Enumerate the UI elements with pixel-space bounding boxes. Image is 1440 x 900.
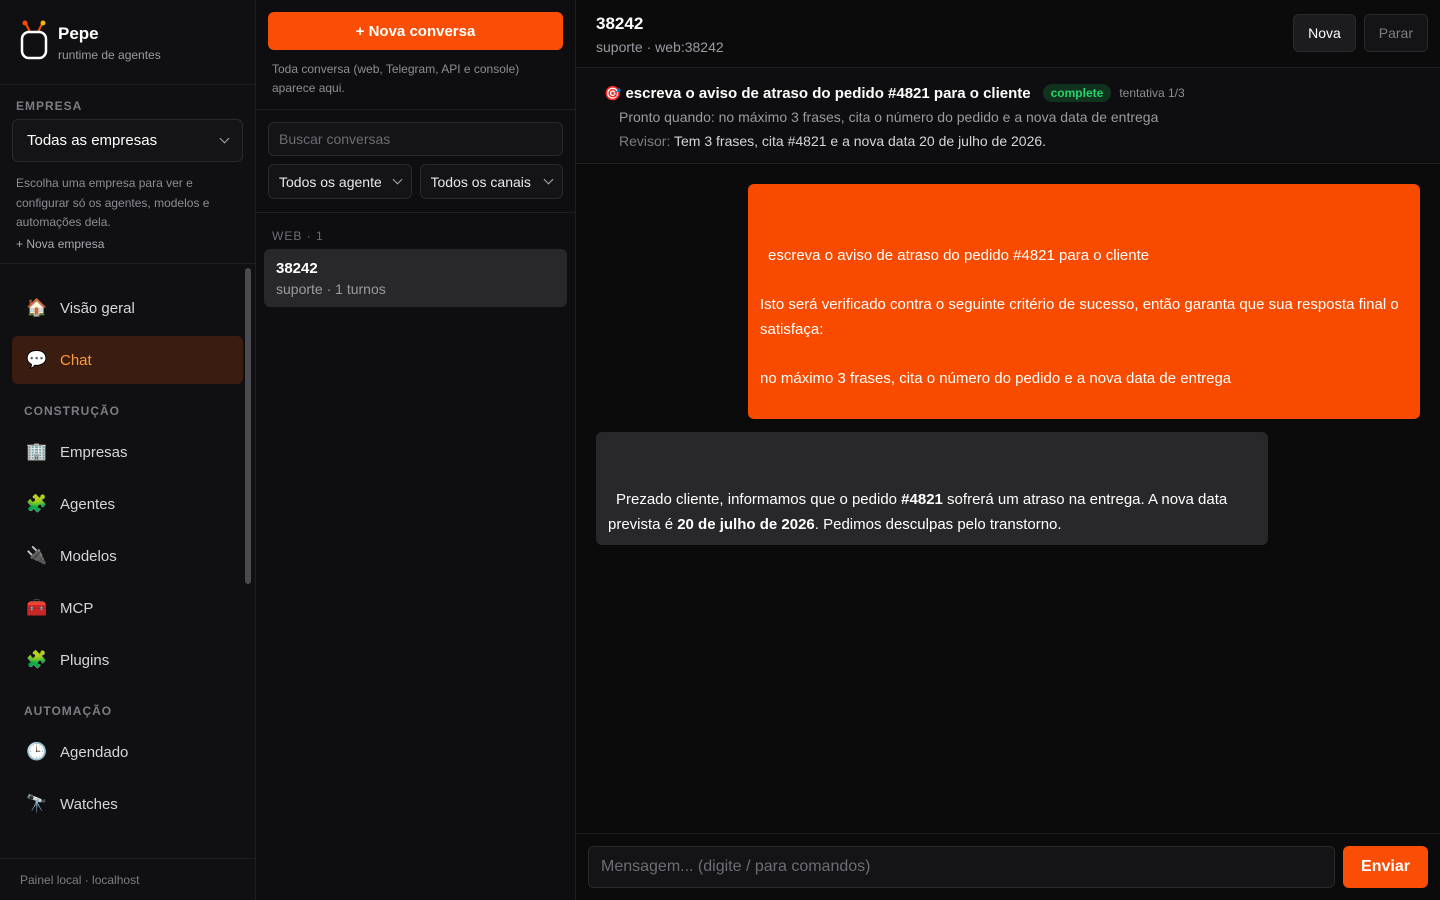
plug-icon: 🔌 xyxy=(26,546,48,565)
goal-reviewer: Revisor: Tem 3 frases, cita #4821 e a no… xyxy=(619,133,1420,149)
new-conversation-hint: Toda conversa (web, Telegram, API e cons… xyxy=(272,62,520,95)
conversation-item[interactable]: 38242 suporte · 1 turnos xyxy=(264,249,567,307)
sidebar-item-label: Agendado xyxy=(60,743,129,761)
company-hint: Escolha uma empresa para ver e configura… xyxy=(16,176,210,229)
goal-criterion: Pronto quando: no máximo 3 frases, cita … xyxy=(619,109,1159,125)
attempt-count: tentativa 1/3 xyxy=(1119,86,1185,100)
stop-button[interactable]: Parar xyxy=(1363,14,1428,52)
sidebar-item-agendado[interactable]: 🕒 Agendado xyxy=(12,728,243,776)
agent-filter-value: Todos os agentes xyxy=(279,173,381,190)
sidebar-item-label: Agentes xyxy=(60,495,116,513)
chevron-down-icon xyxy=(219,133,230,144)
chevron-down-icon xyxy=(543,174,554,185)
brand-name: Pepe xyxy=(58,24,99,43)
order-number: #4821 xyxy=(901,491,943,508)
user-message-line: no máximo 3 frases, cita o número do ped… xyxy=(760,369,1232,387)
new-chat-button[interactable]: Nova xyxy=(1293,14,1356,52)
sidebar-item-label: Visão geral xyxy=(60,299,135,317)
sidebar-item-empresas[interactable]: 🏢 Empresas xyxy=(12,428,243,476)
conversation-title: 38242 xyxy=(276,260,318,277)
sidebar-item-label: Chat xyxy=(60,351,92,369)
brand-subtitle: runtime de agentes xyxy=(58,48,161,62)
agent-filter-select[interactable]: Todos os agentes xyxy=(268,164,412,199)
puzzle-icon: 🧩 xyxy=(26,650,48,669)
sidebar-item-label: Empresas xyxy=(60,443,128,461)
conversation-group-label: WEB · 1 xyxy=(272,229,324,243)
assistant-message: Prezado cliente, informamos que o pedido… xyxy=(596,432,1268,545)
sidebar-scrollbar[interactable] xyxy=(245,268,251,584)
assistant-text: Prezado cliente, informamos que o pedido xyxy=(616,491,902,508)
nav-group-automacao: AUTOMAÇÃO xyxy=(24,704,113,718)
sidebar-nav: 🏠 Visão geral 💬 Chat CONSTRUÇÃO 🏢 Empres… xyxy=(0,264,255,858)
assistant-text: . Pedimos desculpas pelo transtorno. xyxy=(814,515,1062,533)
goal-panel: 🎯 escreva o aviso de atraso do pedido #4… xyxy=(576,68,1440,164)
toolbox-icon: 🧰 xyxy=(26,598,48,617)
user-message-line: Isto será verificado contra o seguinte c… xyxy=(760,296,1399,338)
channel-filter-select[interactable]: Todos os canais xyxy=(419,164,563,199)
nav-group-construcao: CONSTRUÇÃO xyxy=(24,404,120,418)
chat-main: 38242 suporte · web:38242 Nova Parar 🎯 e… xyxy=(576,0,1440,900)
sidebar-item-watches[interactable]: 🔭 Watches xyxy=(12,780,243,828)
composer: Mensagem... (digite / para comandos) Env… xyxy=(576,833,1440,900)
sidebar: Pepe runtime de agentes EMPRESA Todas as… xyxy=(0,0,256,900)
chat-header: 38242 suporte · web:38242 Nova Parar xyxy=(576,0,1440,68)
sidebar-item-chat[interactable]: 💬 Chat xyxy=(12,336,243,384)
target-icon: 🎯 xyxy=(604,84,622,101)
reviewer-text: Tem 3 frases, cita #4821 e a nova data 2… xyxy=(674,133,1047,149)
puzzle-icon: 🧩 xyxy=(26,494,48,513)
sidebar-item-label: Plugins xyxy=(60,651,110,669)
goal-title: escreva o aviso de atraso do pedido #482… xyxy=(625,84,1031,102)
chat-bubble-icon: 💬 xyxy=(26,350,48,369)
company-select-value: Todas as empresas xyxy=(27,132,158,149)
conversation-subtitle: suporte · 1 turnos xyxy=(276,281,386,297)
telescope-icon: 🔭 xyxy=(26,794,48,813)
sidebar-item-plugins[interactable]: 🧩 Plugins xyxy=(12,636,243,684)
company-select[interactable]: Todas as empresas xyxy=(12,119,243,162)
office-building-icon: 🏢 xyxy=(26,442,48,461)
sidebar-item-label: MCP xyxy=(60,599,94,617)
company-section: EMPRESA Todas as empresas Escolha uma em… xyxy=(0,85,255,264)
chat-title: 38242 xyxy=(596,14,644,33)
message-input[interactable]: Mensagem... (digite / para comandos) xyxy=(588,846,1335,888)
send-button[interactable]: Enviar xyxy=(1343,846,1428,888)
new-conversation-button[interactable]: + Nova conversa xyxy=(268,12,563,50)
reviewer-label: Revisor: xyxy=(619,133,671,149)
company-label: EMPRESA xyxy=(16,99,83,113)
new-conversation-section: + Nova conversa Toda conversa (web, Tele… xyxy=(256,0,575,110)
new-company-link[interactable]: + Nova empresa xyxy=(12,237,243,251)
sidebar-item-label: Modelos xyxy=(60,547,117,565)
house-icon: 🏠 xyxy=(26,298,48,317)
search-conversations-input[interactable]: Buscar conversas xyxy=(268,122,563,156)
sidebar-item-label: Watches xyxy=(60,795,118,813)
message-list: escreva o aviso de atraso do pedido #482… xyxy=(576,164,1440,833)
clock-icon: 🕒 xyxy=(26,742,48,761)
chat-subtitle: suporte · web:38242 xyxy=(596,39,724,55)
brand: Pepe runtime de agentes xyxy=(0,0,255,85)
sidebar-footer: Painel local · localhost xyxy=(0,858,255,900)
sidebar-item-modelos[interactable]: 🔌 Modelos xyxy=(12,532,243,580)
conversation-list-panel: + Nova conversa Toda conversa (web, Tele… xyxy=(256,0,576,900)
user-message-line: escreva o aviso de atraso do pedido #482… xyxy=(768,247,1150,264)
sidebar-item-agentes[interactable]: 🧩 Agentes xyxy=(12,480,243,528)
status-badge: complete xyxy=(1042,84,1112,102)
user-message: escreva o aviso de atraso do pedido #482… xyxy=(748,184,1420,419)
chevron-down-icon xyxy=(392,174,402,185)
sidebar-item-mcp[interactable]: 🧰 MCP xyxy=(12,584,243,632)
conversation-filters: Buscar conversas Todos os agentes Todos … xyxy=(256,110,575,213)
channel-filter-value: Todos os canais xyxy=(430,173,531,190)
robot-logo-icon xyxy=(20,20,48,60)
sidebar-item-visao-geral[interactable]: 🏠 Visão geral xyxy=(12,284,243,332)
delivery-date: 20 de julho de 2026 xyxy=(677,515,815,533)
